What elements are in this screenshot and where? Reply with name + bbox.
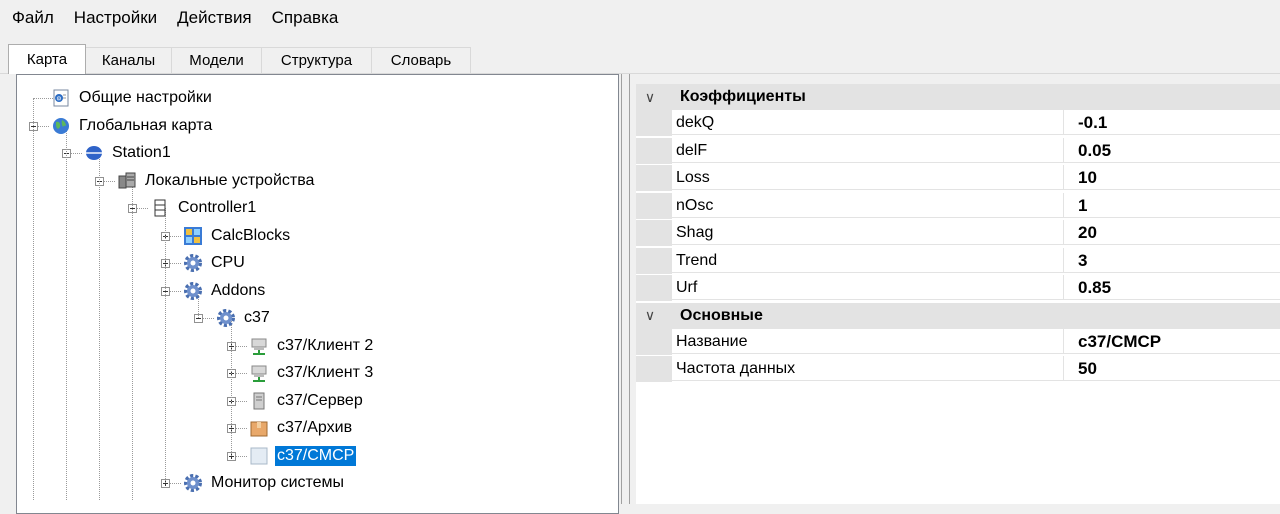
tree-node[interactable]: c37/Архив [249,415,354,441]
tree-node[interactable]: c37/Сервер [249,388,365,414]
property-grid[interactable]: ∨ Коэффициенты dekQ -0.1 delF 0.05 Loss 10 nOsc 1… [636,84,1280,504]
tree-node-label: CPU [211,254,245,271]
gear-icon [183,473,203,493]
menu-help[interactable]: Справка [262,0,349,36]
chevron-down-icon[interactable]: ∨ [636,89,664,106]
property-row[interactable]: Частота данных 50 [636,356,1280,382]
property-value[interactable]: c37/CMCP [1064,329,1280,354]
tree-node-label: CalcBlocks [211,226,291,244]
property-row[interactable]: dekQ -0.1 [636,110,1280,136]
tree-node-label: Addons [211,281,266,299]
tree-node[interactable]: CalcBlocks [183,223,292,249]
tree-node[interactable]: Station1 [84,140,173,166]
property-row[interactable]: Название c37/CMCP [636,328,1280,355]
tree-node[interactable]: Монитор системы [183,470,346,496]
property-name: delF [672,137,1064,163]
tree-node-label: c37 [244,309,270,326]
tree-node[interactable]: Addons [183,278,267,304]
tab-structure[interactable]: Структура [261,47,372,73]
tree-node-label: c37/Сервер [277,391,363,409]
tab-bar: Карта Каналы Модели Структура Словарь [0,44,1280,74]
property-value[interactable]: 3 [1064,248,1280,273]
devices-icon [117,171,137,191]
tree-node-label: c37/Клиент 3 [277,364,374,381]
category-title: Основные [680,306,763,324]
tree-node-label: c37/Архив [277,419,353,436]
tree-node-label: Локальные устройства [145,171,315,189]
property-name: Trend [672,247,1064,273]
tab-channels[interactable]: Каналы [85,47,172,73]
tree-node[interactable]: Локальные устройства [117,168,316,194]
tree-node[interactable]: ⚙ Общие настройки [51,85,214,111]
property-category[interactable]: ∨ Коэффициенты [636,84,1280,110]
server-icon [150,198,170,218]
tab-map[interactable]: Карта [8,44,86,74]
tree-node-label: Монитор системы [211,474,345,491]
menu-settings[interactable]: Настройки [64,0,167,36]
menu-bar: Файл Настройки Действия Справка [0,0,1280,36]
menu-actions[interactable]: Действия [167,0,261,36]
property-name: nOsc [672,192,1064,218]
globe-icon [51,116,71,136]
property-value[interactable]: 50 [1064,356,1280,381]
svg-text:⚙: ⚙ [56,96,61,103]
gear-icon [183,281,203,301]
property-value[interactable]: 0.85 [1064,275,1280,300]
property-value[interactable]: 0.05 [1064,138,1280,163]
property-value[interactable]: 20 [1064,220,1280,245]
tab-models[interactable]: Модели [171,47,262,73]
splitter[interactable] [621,74,630,504]
tree-node[interactable]: c37/CMCP [249,443,357,469]
gear-icon [183,253,203,273]
tree-node-label: c37/CMCP [275,445,357,466]
network-client-icon [249,336,269,356]
property-row[interactable]: Urf 0.85 [636,275,1280,301]
property-name: Loss [672,165,1064,190]
property-category[interactable]: ∨ Основные [636,302,1280,329]
chevron-down-icon[interactable]: ∨ [636,307,664,324]
property-name: Название [672,328,1064,354]
property-row[interactable]: Loss 10 [636,165,1280,191]
tree-node-label: Общие настройки [79,89,212,106]
calcblocks-icon [183,226,203,246]
property-name: Частота данных [672,356,1064,381]
station-icon [84,143,104,163]
menu-file[interactable]: Файл [0,0,64,36]
property-value[interactable]: 1 [1064,193,1280,218]
archive-box-icon [249,418,269,438]
property-name: Shag [672,220,1064,245]
property-row[interactable]: delF 0.05 [636,137,1280,164]
tree-node-label: Глобальная карта [79,116,213,134]
tree-node[interactable]: c37 [216,305,272,331]
property-value[interactable]: -0.1 [1064,110,1280,135]
tree-node-label: Controller1 [178,199,257,216]
tree-node[interactable]: CPU [183,250,247,276]
tab-dictionary[interactable]: Словарь [371,47,471,73]
tree-node-label: c37/Клиент 2 [277,336,374,354]
tree-node[interactable]: Глобальная карта [51,113,214,139]
tree-view[interactable]: ⚙ Общие настройки Глобальная карта Station1… [16,74,619,514]
network-client-icon [249,363,269,383]
settings-doc-icon: ⚙ [51,88,71,108]
property-row[interactable]: Trend 3 [636,247,1280,274]
blank-module-icon [249,446,269,466]
tree-node-label: Station1 [112,144,171,161]
property-value[interactable]: 10 [1064,165,1280,190]
property-row[interactable]: nOsc 1 [636,192,1280,219]
property-row[interactable]: Shag 20 [636,220,1280,246]
tree-node[interactable]: c37/Клиент 3 [249,360,375,386]
category-title: Коэффициенты [680,88,806,105]
tree-node[interactable]: c37/Клиент 2 [249,333,375,359]
property-name: dekQ [672,110,1064,135]
tree-node[interactable]: Controller1 [150,195,258,221]
server-tower-icon [249,391,269,411]
gear-icon [216,308,236,328]
property-name: Urf [672,275,1064,300]
